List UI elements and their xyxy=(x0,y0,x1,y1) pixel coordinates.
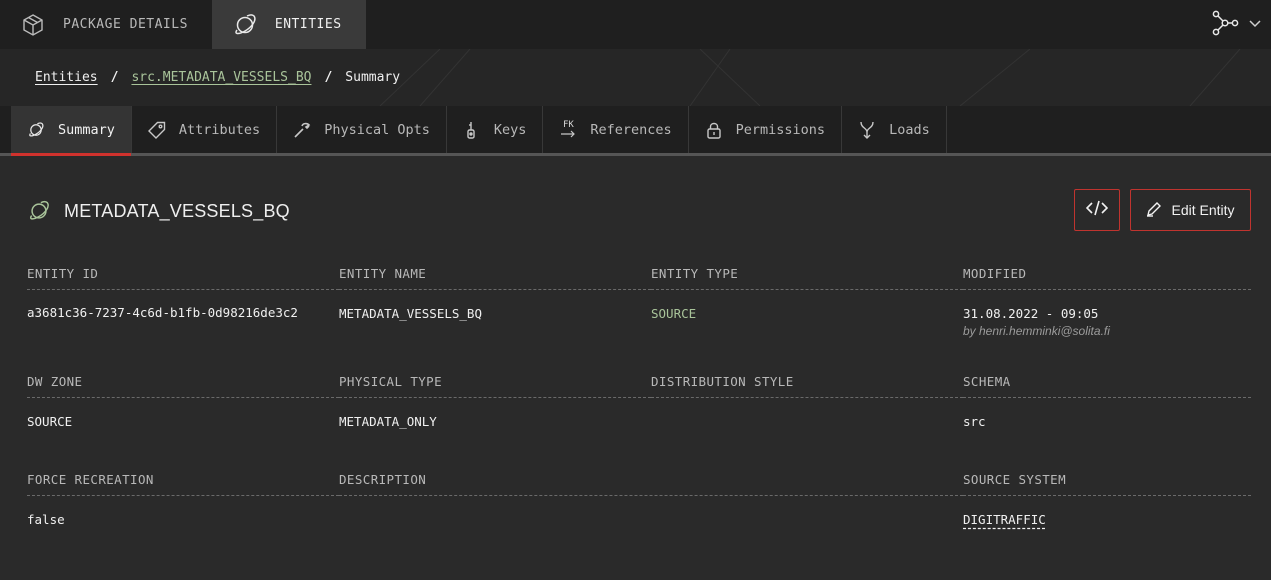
tab-loads[interactable]: Loads xyxy=(842,106,947,153)
entity-header: METADATA_VESSELS_BQ Edit Entity xyxy=(27,156,1251,266)
modified-label: MODIFIED xyxy=(963,266,1251,290)
details-row-3: FORCE RECREATION false DESCRIPTION SOURC… xyxy=(27,472,1251,536)
tab-summary[interactable]: Summary xyxy=(11,106,132,156)
tab-label: Keys xyxy=(493,121,527,138)
page-title: METADATA_VESSELS_BQ xyxy=(64,200,290,221)
description-label: DESCRIPTION xyxy=(339,472,963,496)
distribution-style-value xyxy=(651,398,963,438)
details-row-1: ENTITY ID a3681c36-7237-4c6d-b1fb-0d9821… xyxy=(27,266,1251,338)
pen-icon xyxy=(1146,201,1162,220)
breadcrumb: Entities / src.METADATA_VESSELS_BQ / Sum… xyxy=(0,49,1271,106)
entity-name-field: ENTITY NAME METADATA_VESSELS_BQ xyxy=(339,266,651,338)
breadcrumb-entity-link[interactable]: src.METADATA_VESSELS_BQ xyxy=(131,70,311,85)
breadcrumb-separator: / xyxy=(110,70,119,85)
graph-icon[interactable] xyxy=(1211,9,1239,41)
tab-keys[interactable]: Keys xyxy=(447,106,544,153)
top-tab-package-details[interactable]: PACKAGE DETAILS xyxy=(0,0,212,49)
entity-type-label: ENTITY TYPE xyxy=(651,266,963,290)
chevron-down-icon[interactable] xyxy=(1247,15,1263,35)
package-icon xyxy=(20,12,46,38)
fk-icon-text: FK xyxy=(562,120,574,130)
force-recreation-label: FORCE RECREATION xyxy=(27,472,339,496)
tab-label: Permissions xyxy=(735,121,826,138)
entity-tabs: Summary Attributes Physical Opts Keys FK… xyxy=(0,106,1271,156)
entity-type-field: ENTITY TYPE SOURCE xyxy=(651,266,963,338)
entity-id-value: a3681c36-7237-4c6d-b1fb-0d98216de3c2 xyxy=(27,305,298,320)
source-system-link[interactable]: DIGITRAFFIC xyxy=(963,512,1046,527)
entity-summary: METADATA_VESSELS_BQ Edit Entity ENTITY I… xyxy=(0,156,1271,536)
source-system-value-wrap: DIGITRAFFIC xyxy=(963,496,1251,536)
top-tab-entities[interactable]: ENTITIES xyxy=(211,0,366,49)
entity-icon xyxy=(232,12,258,38)
entity-icon xyxy=(27,199,51,223)
physical-type-label: PHYSICAL TYPE xyxy=(339,374,651,398)
tab-label: Physical Opts xyxy=(324,121,430,138)
key-icon xyxy=(463,121,481,139)
source-system-label: SOURCE SYSTEM xyxy=(963,472,1251,496)
lock-icon xyxy=(705,121,723,139)
tab-permissions[interactable]: Permissions xyxy=(689,106,843,153)
modified-date: 31.08.2022 - 09:05 xyxy=(963,306,1099,321)
top-tab-label: PACKAGE DETAILS xyxy=(63,17,188,32)
top-right-controls xyxy=(1211,0,1263,49)
dw-zone-value: SOURCE xyxy=(27,414,73,429)
modified-value: 31.08.2022 - 09:05 by henri.hemminki@sol… xyxy=(963,290,1251,338)
entity-name-value: METADATA_VESSELS_BQ xyxy=(339,306,482,321)
header-actions: Edit Entity xyxy=(1074,189,1251,231)
modified-field: MODIFIED 31.08.2022 - 09:05 by henri.hem… xyxy=(963,266,1251,338)
dw-zone-field: DW ZONE SOURCE xyxy=(27,374,339,438)
tab-label: Summary xyxy=(58,121,115,138)
code-icon xyxy=(1085,200,1109,220)
wrench-icon xyxy=(293,121,311,139)
entity-id-field: ENTITY ID a3681c36-7237-4c6d-b1fb-0d9821… xyxy=(27,266,339,338)
tab-label: Loads xyxy=(889,121,930,138)
source-system-field: SOURCE SYSTEM DIGITRAFFIC xyxy=(963,472,1251,536)
edit-entity-label: Edit Entity xyxy=(1171,202,1235,218)
breadcrumb-current: Summary xyxy=(345,70,401,85)
top-navigation: PACKAGE DETAILS ENTITIES xyxy=(0,0,1271,49)
tab-references[interactable]: FK References xyxy=(543,106,689,153)
entity-icon xyxy=(27,121,45,139)
force-recreation-field: FORCE RECREATION false xyxy=(27,472,339,536)
tab-label: Attributes xyxy=(178,121,261,138)
schema-label: SCHEMA xyxy=(963,374,1251,398)
entity-name-label: ENTITY NAME xyxy=(339,266,651,290)
tab-attributes[interactable]: Attributes xyxy=(132,106,278,153)
physical-type-field: PHYSICAL TYPE METADATA_ONLY xyxy=(339,374,651,438)
physical-type-value: METADATA_ONLY xyxy=(339,414,437,429)
description-field: DESCRIPTION xyxy=(339,472,963,536)
tab-label: References xyxy=(590,121,672,138)
details-row-2: DW ZONE SOURCE PHYSICAL TYPE METADATA_ON… xyxy=(27,374,1251,438)
description-value xyxy=(339,496,963,536)
schema-value: src xyxy=(963,414,986,429)
edit-entity-button[interactable]: Edit Entity xyxy=(1130,189,1251,231)
modified-by: by henri.hemminki@solita.fi xyxy=(963,324,1110,338)
dw-zone-label: DW ZONE xyxy=(27,374,339,398)
force-recreation-value: false xyxy=(27,512,65,527)
distribution-style-field: DISTRIBUTION STYLE xyxy=(651,374,963,438)
entity-id-label: ENTITY ID xyxy=(27,266,339,290)
tab-physical-opts[interactable]: Physical Opts xyxy=(277,106,447,153)
distribution-style-label: DISTRIBUTION STYLE xyxy=(651,374,963,398)
top-tab-label: ENTITIES xyxy=(274,17,342,32)
fk-icon: FK xyxy=(559,121,577,139)
schema-field: SCHEMA src xyxy=(963,374,1251,438)
breadcrumb-entities-link[interactable]: Entities xyxy=(35,70,98,85)
view-code-button[interactable] xyxy=(1074,189,1120,231)
merge-icon xyxy=(858,121,876,139)
breadcrumb-separator: / xyxy=(324,70,333,85)
tag-icon xyxy=(147,121,166,139)
entity-type-value: SOURCE xyxy=(651,306,697,321)
